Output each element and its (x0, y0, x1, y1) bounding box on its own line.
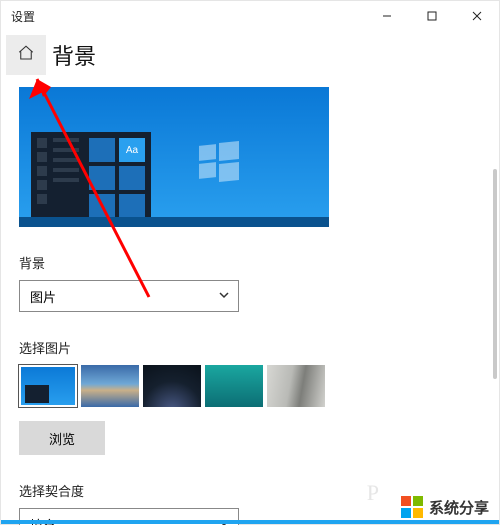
browse-button-label: 浏览 (49, 429, 75, 448)
thumbnail-underwater-teal[interactable] (205, 365, 263, 407)
preview-start-panel: Aa (31, 132, 151, 217)
watermark: 系统分享 (401, 496, 489, 518)
watermark-text: 系统分享 (429, 497, 489, 518)
close-button[interactable] (454, 1, 499, 31)
background-label: 背景 (19, 253, 481, 272)
thumbnail-default-windows-blue[interactable] (19, 365, 77, 407)
thumbnail-night-sky[interactable] (143, 365, 201, 407)
content-area: Aa 背景 图片 选择图片 浏览 选择契合度 填充 (1, 79, 499, 525)
thumbnail-row (19, 365, 481, 407)
choose-picture-label: 选择图片 (19, 338, 481, 357)
chevron-down-icon (218, 289, 230, 304)
minimize-button[interactable] (364, 1, 409, 31)
desktop-taskbar (1, 520, 499, 524)
header: 背景 (1, 31, 499, 79)
settings-window: 设置 背景 Aa (0, 0, 500, 525)
titlebar: 设置 (1, 1, 499, 31)
page-title: 背景 (52, 39, 96, 71)
home-button[interactable] (6, 35, 46, 75)
preview-sample-text: Aa (119, 138, 145, 162)
background-preview: Aa (19, 87, 329, 227)
app-name: 设置 (11, 8, 35, 25)
microsoft-logo-icon (401, 496, 423, 518)
windows-logo-icon (199, 142, 239, 182)
background-dropdown-value: 图片 (30, 287, 56, 306)
browse-button[interactable]: 浏览 (19, 421, 105, 455)
preview-taskbar (19, 217, 329, 227)
ghost-logo-icon: P (367, 480, 379, 506)
home-icon (17, 44, 35, 67)
background-dropdown[interactable]: 图片 (19, 280, 239, 312)
thumbnail-beach-reflection[interactable] (81, 365, 139, 407)
scrollbar[interactable] (493, 169, 497, 379)
thumbnail-grey-rock[interactable] (267, 365, 325, 407)
maximize-button[interactable] (409, 1, 454, 31)
